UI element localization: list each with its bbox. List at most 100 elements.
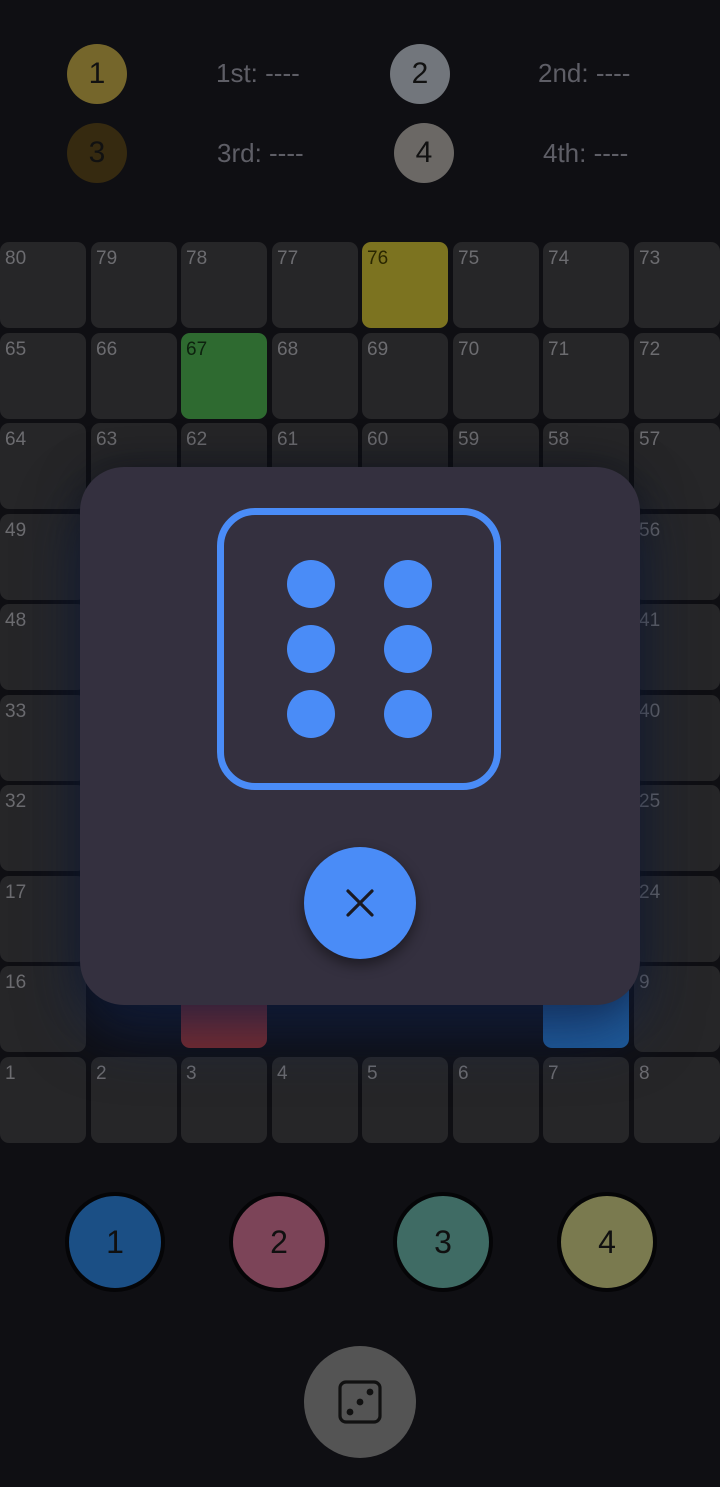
- player-token-1[interactable]: 1: [65, 1192, 165, 1292]
- board-cell: 71: [543, 333, 629, 419]
- die-pip: [384, 625, 432, 673]
- board-cell-number: 75: [458, 248, 480, 269]
- board-cell-number: 2: [96, 1063, 107, 1084]
- board-cell: 64: [0, 423, 86, 509]
- board-cell-number: 57: [639, 429, 661, 450]
- board-cell-number: 6: [458, 1063, 469, 1084]
- board-cell: 33: [0, 695, 86, 781]
- board-cell-number: 74: [548, 248, 570, 269]
- board-cell-number: 49: [5, 520, 27, 541]
- board-cell: 68: [272, 333, 358, 419]
- close-dialog-button[interactable]: [304, 847, 416, 959]
- board-cell-number: 3: [186, 1063, 197, 1084]
- board-cell: 25: [634, 785, 720, 871]
- board-cell: 70: [453, 333, 539, 419]
- dice-result-dialog: [80, 467, 640, 1005]
- board-cell-number: 8: [639, 1063, 650, 1084]
- rank-player-2-number: 2: [411, 57, 429, 90]
- rank-player-1-number: 1: [88, 57, 106, 90]
- player-token-1-label: 1: [106, 1223, 124, 1260]
- board-cell: 9: [634, 966, 720, 1052]
- board-cell: 6: [453, 1057, 539, 1143]
- board-cell: 7: [543, 1057, 629, 1143]
- board-cell-number: 70: [458, 339, 480, 360]
- board-cell-number: 58: [548, 429, 570, 450]
- board-cell-number: 24: [639, 882, 661, 903]
- board-cell: 75: [453, 242, 539, 328]
- board-cell: 16: [0, 966, 86, 1052]
- board-cell-number: 5: [367, 1063, 378, 1084]
- board-cell-number: 64: [5, 429, 27, 450]
- board-cell-number: 68: [277, 339, 299, 360]
- player-token-2[interactable]: 2: [229, 1192, 329, 1292]
- board-cell-number: 77: [277, 248, 299, 269]
- board-cell: 48: [0, 604, 86, 690]
- board-cell-number: 76: [367, 248, 389, 269]
- board-cell-number: 40: [639, 701, 661, 722]
- player-token-4[interactable]: 4: [557, 1192, 657, 1292]
- game-screen: 1 1st: ---- 2 2nd: ---- 3 3rd: ---- 4 4t…: [0, 0, 720, 1487]
- rank-player-2-badge: 2: [390, 44, 450, 104]
- board-cell: 17: [0, 876, 86, 962]
- board-cell: 74: [543, 242, 629, 328]
- board-cell-number: 67: [186, 339, 208, 360]
- rank-second-label: 2nd: ----: [538, 58, 631, 88]
- board-cell-number: 72: [639, 339, 661, 360]
- board-cell: 4: [272, 1057, 358, 1143]
- board-cell-number: 80: [5, 248, 27, 269]
- board-cell-number: 69: [367, 339, 389, 360]
- board-cell: 65: [0, 333, 86, 419]
- rank-player-4-number: 4: [415, 136, 433, 169]
- board-cell: 24: [634, 876, 720, 962]
- board-cell-number: 56: [639, 520, 661, 541]
- rank-player-3-badge: 3: [67, 123, 127, 183]
- board-cell-number: 61: [277, 429, 299, 450]
- board-cell-number: 33: [5, 701, 27, 722]
- player-token-3[interactable]: 3: [393, 1192, 493, 1292]
- board-cell-number: 71: [548, 339, 570, 360]
- board-cell-number: 17: [5, 882, 27, 903]
- player-token-3-label: 3: [434, 1223, 452, 1260]
- board-cell-number: 41: [639, 610, 661, 631]
- board-cell-number: 25: [639, 791, 661, 812]
- board-cell-number: 65: [5, 339, 27, 360]
- board-cell-number: 78: [186, 248, 208, 269]
- rank-fourth-label: 4th: ----: [543, 138, 629, 168]
- board-cell: 49: [0, 514, 86, 600]
- player-token-2-label: 2: [270, 1223, 288, 1260]
- board-cell-number: 79: [96, 248, 118, 269]
- board-cell-number: 63: [96, 429, 118, 450]
- die-pip: [287, 625, 335, 673]
- board-cell: 8: [634, 1057, 720, 1143]
- board-cell-number: 4: [277, 1063, 288, 1084]
- player-token-4-label: 4: [598, 1223, 616, 1260]
- die-pip: [287, 690, 335, 738]
- die-pip: [384, 560, 432, 608]
- board-cell: 76: [362, 242, 448, 328]
- board-cell-number: 9: [639, 972, 650, 993]
- board-cell-number: 59: [458, 429, 480, 450]
- board-cell-number: 16: [5, 972, 27, 993]
- board-cell-number: 73: [639, 248, 661, 269]
- board-cell: 69: [362, 333, 448, 419]
- board-cell: 77: [272, 242, 358, 328]
- close-icon: [346, 889, 374, 917]
- board-cell-number: 32: [5, 791, 27, 812]
- board-cell: 32: [0, 785, 86, 871]
- rank-first-label: 1st: ----: [216, 58, 300, 88]
- rank-player-4-badge: 4: [394, 123, 454, 183]
- rank-third-label: 3rd: ----: [217, 138, 304, 168]
- dice-six-icon: [217, 508, 501, 790]
- board-cell-number: 60: [367, 429, 389, 450]
- board-cell: 57: [634, 423, 720, 509]
- board-cell: 67: [181, 333, 267, 419]
- board-cell-number: 7: [548, 1063, 559, 1084]
- die-pip: [384, 690, 432, 738]
- board-cell-number: 48: [5, 610, 27, 631]
- rank-player-1-badge: 1: [67, 44, 127, 104]
- board-cell: 78: [181, 242, 267, 328]
- board-cell: 5: [362, 1057, 448, 1143]
- dice-three-icon: [338, 1380, 382, 1424]
- board-cell-number: 62: [186, 429, 208, 450]
- roll-dice-button[interactable]: [304, 1346, 416, 1458]
